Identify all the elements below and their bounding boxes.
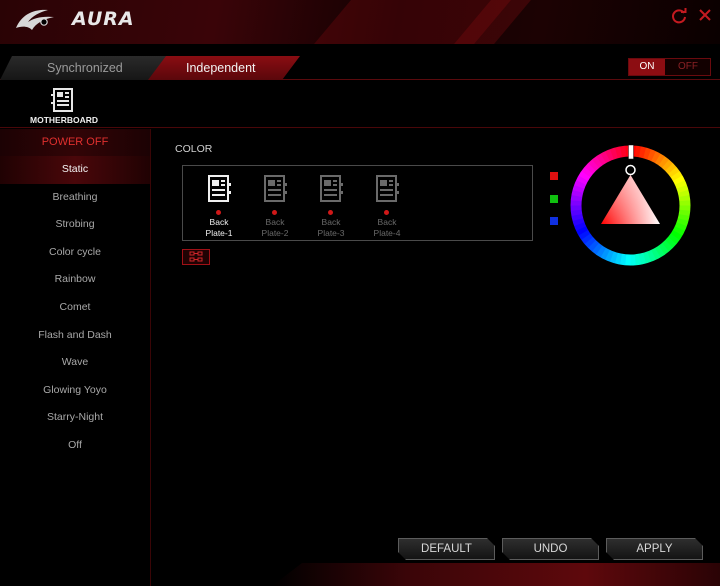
sidebar-item-comet[interactable]: Comet — [0, 294, 150, 322]
motherboard-icon — [208, 175, 231, 202]
sidebar-item-strobing[interactable]: Strobing — [0, 211, 150, 239]
plate-back-plate-3[interactable]: Back Plate-3 — [306, 175, 356, 239]
sidebar-item-color-cycle[interactable]: Color cycle — [0, 239, 150, 267]
device-label: MOTHERBOARD — [30, 115, 98, 125]
plate-back-plate-4[interactable]: Back Plate-4 — [362, 175, 412, 239]
plate-label: Back Plate-2 — [261, 217, 289, 238]
rog-logo-icon — [16, 9, 54, 30]
effects-sidebar: POWER OFF Static Breathing Strobing Colo… — [0, 129, 151, 586]
toggle-on[interactable]: ON — [629, 59, 665, 75]
tab-synchronized[interactable]: Synchronized — [0, 56, 168, 80]
app-title: AURA — [72, 8, 135, 30]
hue-handle[interactable] — [628, 145, 634, 160]
sidebar-item-off[interactable]: Off — [0, 432, 150, 460]
action-bar-decoration — [272, 563, 720, 586]
sidebar-item-wave[interactable]: Wave — [0, 349, 150, 377]
sidebar-item-breathing[interactable]: Breathing — [0, 184, 150, 212]
power-toggle[interactable]: ON OFF — [628, 58, 711, 76]
motherboard-icon — [376, 175, 399, 202]
refresh-icon[interactable] — [670, 7, 688, 25]
led-status-dot — [384, 210, 389, 215]
color-picker-wheel[interactable] — [570, 145, 691, 266]
motherboard-icon — [264, 175, 287, 202]
led-status-dot — [272, 210, 277, 215]
device-motherboard[interactable]: MOTHERBOARD — [28, 87, 100, 125]
link-icon — [189, 251, 203, 262]
sidebar-item-static[interactable]: Static — [0, 156, 150, 184]
device-row: MOTHERBOARD — [0, 81, 720, 128]
sidebar-item-rainbow[interactable]: Rainbow — [0, 266, 150, 294]
motherboard-icon — [51, 88, 73, 112]
motherboard-icon — [320, 175, 343, 202]
blue-swatch[interactable] — [550, 217, 558, 225]
led-status-dot — [328, 210, 333, 215]
sidebar-item-starry-night[interactable]: Starry-Night — [0, 404, 150, 432]
title-bar: AURA — [0, 0, 720, 44]
green-swatch[interactable] — [550, 195, 558, 203]
plate-label: Back Plate-1 — [205, 217, 233, 238]
tab-independent[interactable]: Independent — [148, 56, 300, 80]
plate-label: Back Plate-3 — [317, 217, 345, 238]
undo-button[interactable]: UNDO — [502, 538, 599, 560]
color-section-title: COLOR — [175, 143, 213, 155]
plate-label: Back Plate-4 — [373, 217, 401, 238]
red-swatch[interactable] — [550, 172, 558, 180]
action-bar: DEFAULT UNDO APPLY — [152, 527, 720, 586]
close-icon[interactable] — [697, 7, 713, 23]
power-off-header[interactable]: POWER OFF — [0, 129, 150, 156]
sync-mode-tabs: Synchronized Independent ON OFF — [0, 56, 720, 80]
toggle-off[interactable]: OFF — [665, 59, 711, 75]
plate-back-plate-2[interactable]: Back Plate-2 — [250, 175, 300, 239]
led-plates-panel: Back Plate-1 Back Plate-2 Back Plate-3 B… — [182, 165, 533, 241]
led-status-dot — [216, 210, 221, 215]
link-plates-button[interactable] — [182, 249, 210, 265]
apply-button[interactable]: APPLY — [606, 538, 703, 560]
default-button[interactable]: DEFAULT — [398, 538, 495, 560]
plate-back-plate-1[interactable]: Back Plate-1 — [194, 175, 244, 239]
sidebar-item-flash-and-dash[interactable]: Flash and Dash — [0, 322, 150, 350]
sidebar-item-glowing-yoyo[interactable]: Glowing Yoyo — [0, 377, 150, 405]
